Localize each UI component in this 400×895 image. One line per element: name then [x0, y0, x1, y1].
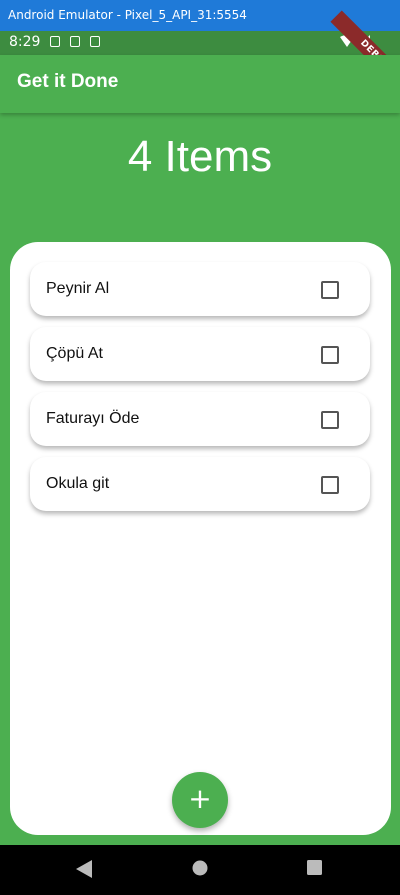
item-count-heading: 4 Items — [127, 132, 273, 181]
todo-checkbox[interactable] — [321, 281, 339, 299]
system-nav-bar — [0, 845, 400, 895]
home-icon[interactable] — [192, 860, 208, 876]
todo-checkbox[interactable] — [321, 476, 339, 494]
todo-label: Çöpü At — [46, 345, 103, 362]
todo-list-panel: Peynir Al Çöpü At Faturayı Öde Okula git — [10, 242, 391, 835]
app-bar: Get it Done — [0, 55, 400, 113]
sync-icon — [90, 36, 100, 47]
app-title: Get it Done — [17, 71, 119, 92]
notification-icons — [50, 36, 100, 47]
add-item-button[interactable]: + — [172, 772, 228, 828]
todo-item[interactable]: Okula git — [30, 457, 370, 511]
status-time: 8:29 — [9, 34, 41, 50]
todo-label: Okula git — [46, 475, 110, 492]
plus-icon: + — [188, 782, 212, 815]
sd-card-icon — [70, 36, 80, 47]
todo-item[interactable]: Peynir Al — [30, 262, 370, 316]
todo-label: Faturayı Öde — [46, 410, 140, 427]
notification-a-icon — [50, 36, 60, 47]
recent-apps-icon[interactable] — [307, 860, 322, 875]
todo-checkbox[interactable] — [321, 411, 339, 429]
back-icon[interactable] — [76, 860, 92, 878]
todo-item[interactable]: Çöpü At — [30, 327, 370, 381]
status-bar: 8:29 — [0, 31, 400, 55]
todo-label: Peynir Al — [46, 280, 110, 297]
todo-checkbox[interactable] — [321, 346, 339, 364]
todo-item[interactable]: Faturayı Öde — [30, 392, 370, 446]
